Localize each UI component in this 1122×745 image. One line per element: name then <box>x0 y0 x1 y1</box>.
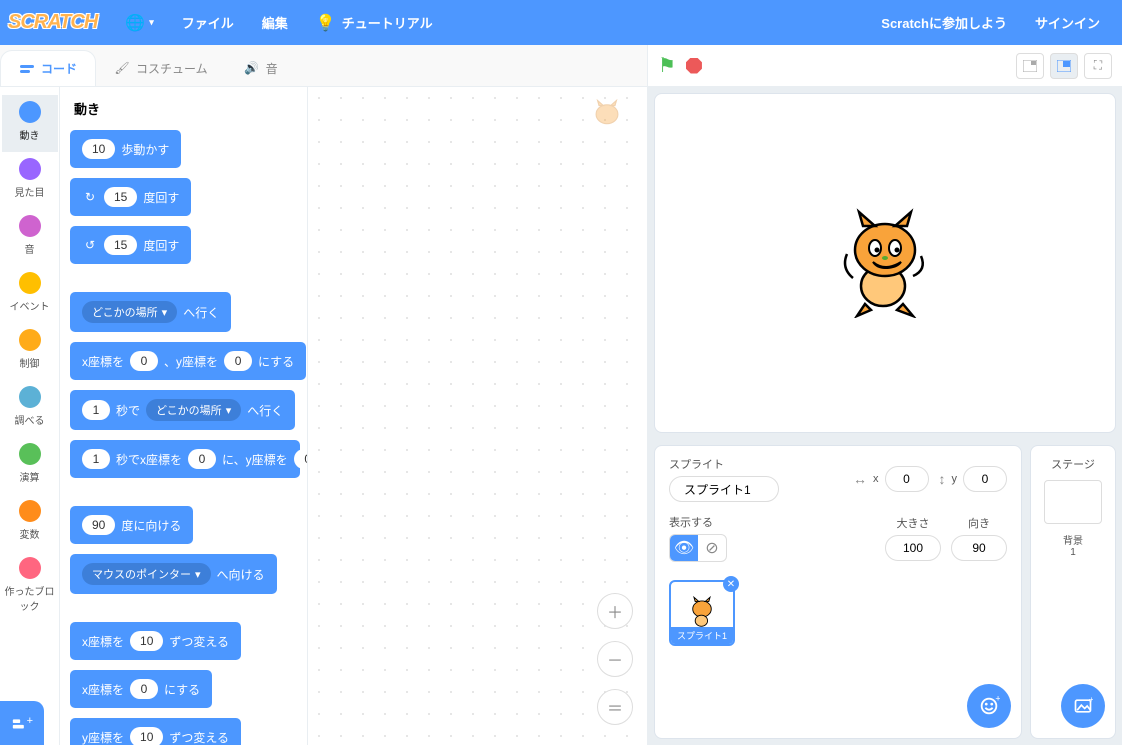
category-dot-icon <box>19 443 41 465</box>
delete-sprite-button[interactable]: ✕ <box>723 576 739 592</box>
zoom-out-button[interactable]: － <box>597 641 633 677</box>
block-set-x[interactable]: x座標を0にする <box>70 670 212 708</box>
category-dot-icon <box>19 101 41 123</box>
category-dot-icon <box>19 557 41 579</box>
sprite-y-input[interactable] <box>963 466 1007 492</box>
sprite-on-stage[interactable] <box>835 208 935 318</box>
block-categories: 動き見た目音イベント制御調べる演算変数作ったブロック <box>0 87 60 745</box>
block-palette[interactable]: 動き 10歩動かす ↻15度回す ↺15度回す どこかの場所▾へ行く x座標を0… <box>60 87 308 745</box>
category-7[interactable]: 変数 <box>2 494 58 551</box>
rotate-ccw-icon: ↺ <box>82 238 98 252</box>
category-3[interactable]: イベント <box>2 266 58 323</box>
category-1[interactable]: 見た目 <box>2 152 58 209</box>
add-extension-button[interactable]: + <box>0 701 44 745</box>
block-move-steps[interactable]: 10歩動かす <box>70 130 181 168</box>
stage-thumbnail[interactable] <box>1044 480 1102 524</box>
sprite-name-label: スプライト <box>669 456 779 472</box>
category-dot-icon <box>19 215 41 237</box>
category-2[interactable]: 音 <box>2 209 58 266</box>
zoom-reset-button[interactable]: ＝ <box>597 689 633 725</box>
globe-icon: 🌐 <box>125 13 145 33</box>
block-glide-menu[interactable]: 1秒でどこかの場所▾へ行く <box>70 390 295 430</box>
rotate-cw-icon: ↻ <box>82 190 98 204</box>
block-turn-ccw[interactable]: ↺15度回す <box>70 226 191 264</box>
tab-costumes[interactable]: 🖌 コスチューム <box>96 50 226 86</box>
zoom-controls: ＋ － ＝ <box>597 593 633 725</box>
chevron-down-icon: ▾ <box>226 404 232 417</box>
block-goto-menu[interactable]: どこかの場所▾へ行く <box>70 292 231 332</box>
category-0[interactable]: 動き <box>2 95 58 152</box>
lightbulb-icon: 💡 <box>316 13 336 33</box>
menubar: SCRATCH 🌐▾ ファイル 編集 💡チュートリアル Scratchに参加しよ… <box>0 0 1122 45</box>
editor-left: コード 🖌 コスチューム 🔊 音 動き見た目音イベント制御調べる演算変数作ったブ… <box>0 45 648 745</box>
category-dot-icon <box>19 386 41 408</box>
chevron-down-icon: ▾ <box>195 568 201 581</box>
block-point-direction[interactable]: 90度に向ける <box>70 506 193 544</box>
eye-icon: 👁 <box>674 538 694 558</box>
category-8[interactable]: 作ったブロック <box>2 551 58 623</box>
stage-header: ⚑ ⛶ <box>648 45 1122 87</box>
editor-tabs: コード 🖌 コスチューム 🔊 音 <box>0 45 647 87</box>
palette-title: 動き <box>74 99 307 118</box>
stage-size-small-button[interactable] <box>1016 53 1044 79</box>
code-icon <box>19 61 35 77</box>
scripts-workspace[interactable]: ＋ － ＝ <box>308 87 647 745</box>
svg-text:+: + <box>1089 696 1093 704</box>
cat-watermark-icon <box>587 99 627 148</box>
block-change-y[interactable]: y座標を10ずつ変える <box>70 718 241 745</box>
file-menu[interactable]: ファイル <box>168 0 248 45</box>
chevron-down-icon: ▾ <box>149 17 154 28</box>
signin-link[interactable]: サインイン <box>1021 0 1114 45</box>
eye-off-icon: ⊘ <box>705 538 718 558</box>
visibility-toggle: 👁 ⊘ <box>669 534 727 562</box>
green-flag-button[interactable]: ⚑ <box>658 53 676 78</box>
category-5[interactable]: 調べる <box>2 380 58 437</box>
sprite-x-input[interactable] <box>885 466 929 492</box>
show-sprite-button[interactable]: 👁 <box>670 535 698 561</box>
sprite-name-input[interactable] <box>669 476 779 502</box>
category-6[interactable]: 演算 <box>2 437 58 494</box>
stage-selector: ステージ 背景 1 + <box>1030 445 1116 739</box>
stage-fullscreen-button[interactable]: ⛶ <box>1084 53 1112 79</box>
sprite-size-input[interactable] <box>885 535 941 561</box>
join-link[interactable]: Scratchに参加しよう <box>867 0 1021 45</box>
svg-text:+: + <box>995 695 1000 703</box>
tab-sounds[interactable]: 🔊 音 <box>226 50 296 86</box>
category-4[interactable]: 制御 <box>2 323 58 380</box>
category-dot-icon <box>19 158 41 180</box>
sprite-direction-input[interactable] <box>951 535 1007 561</box>
block-change-x[interactable]: x座標を10ずつ変える <box>70 622 241 660</box>
category-dot-icon <box>19 329 41 351</box>
hide-sprite-button[interactable]: ⊘ <box>698 535 726 561</box>
edit-menu[interactable]: 編集 <box>248 0 302 45</box>
chevron-down-icon: ▾ <box>162 306 168 319</box>
svg-text:+: + <box>27 715 33 727</box>
block-glide-xy[interactable]: 1秒でx座標を0に、y座標を0 <box>70 440 300 478</box>
category-dot-icon <box>19 500 41 522</box>
scratch-logo[interactable]: SCRATCH <box>8 11 97 34</box>
block-goto-xy[interactable]: x座標を0、y座標を0にする <box>70 342 306 380</box>
block-turn-cw[interactable]: ↻15度回す <box>70 178 191 216</box>
sound-icon: 🔊 <box>244 60 260 76</box>
sprite-list: ✕ スプライト1 <box>669 580 1007 646</box>
y-arrows-icon: ↕ <box>939 471 946 487</box>
tab-code[interactable]: コード <box>0 50 96 86</box>
add-sprite-button[interactable]: + <box>967 684 1011 728</box>
zoom-in-button[interactable]: ＋ <box>597 593 633 629</box>
sprite-tile[interactable]: ✕ スプライト1 <box>669 580 735 646</box>
tutorials-button[interactable]: 💡チュートリアル <box>302 0 447 45</box>
category-dot-icon <box>19 272 41 294</box>
add-backdrop-button[interactable]: + <box>1061 684 1105 728</box>
sprite-info-panel: スプライト ↔ x ↕ y <box>654 445 1022 739</box>
x-arrows-icon: ↔ <box>853 471 867 487</box>
stage-column: ⚑ ⛶ <box>648 45 1122 745</box>
block-point-towards[interactable]: マウスのポインター▾へ向ける <box>70 554 277 594</box>
stop-button[interactable] <box>686 58 702 74</box>
language-menu[interactable]: 🌐▾ <box>111 0 167 45</box>
paintbrush-icon: 🖌 <box>114 60 130 76</box>
stage-size-large-button[interactable] <box>1050 53 1078 79</box>
stage[interactable] <box>654 93 1116 433</box>
